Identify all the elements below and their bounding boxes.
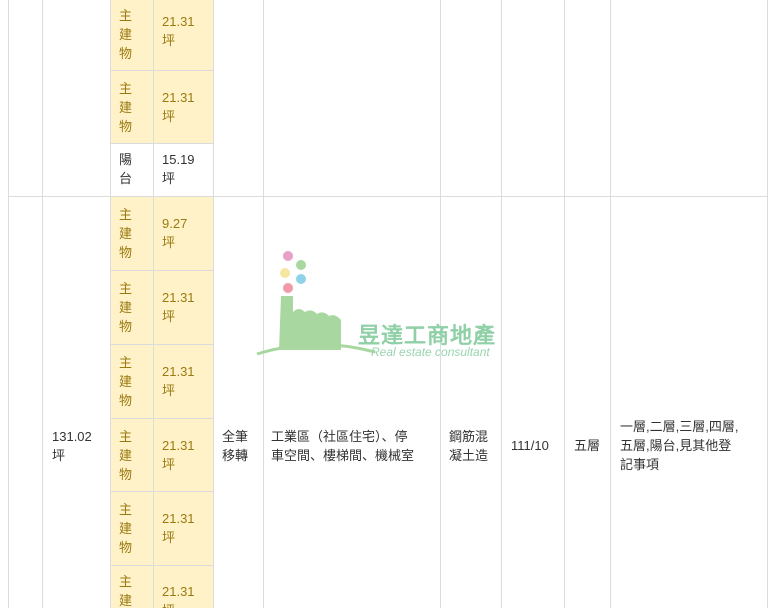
area-type-label: 主 建 物 [119,429,133,482]
area-type-cell: 主 建 物 [111,566,153,608]
area-type-cell: 主 建 物 [111,0,153,70]
area-type-cell: 主 建 物 [111,419,153,491]
area-type-label: 主 建 物 [119,81,133,134]
grid-line [8,0,9,608]
area-type-label: 主 建 物 [119,355,133,408]
area-size-cell: 21.31 坪 [154,345,213,418]
grid-line [213,0,214,608]
building-structure: 鋼筋混 凝土造 [449,429,489,463]
area-size-value: 9.27 坪 [162,216,188,250]
grid-line [767,0,768,608]
area-size-cell: 21.31 坪 [154,271,213,344]
area-size-value: 21.31 坪 [162,584,195,608]
area-type-cell: 主 建 物 [111,492,153,565]
area-type-label: 主 建 物 [119,574,133,608]
area-size-value: 21.31 坪 [162,364,195,398]
area-size-cell: 21.31 坪 [154,0,213,70]
floor-count: 五層 [574,438,601,453]
area-type-cell: 主 建 物 [111,345,153,418]
area-type-cell: 主 建 物 [111,197,153,270]
area-size-cell: 21.31 坪 [154,566,213,608]
grid-line [564,0,565,608]
area-size-value: 15.19 坪 [162,152,195,186]
area-type-label: 陽 台 [119,152,133,186]
area-type-label: 主 建 物 [119,207,133,260]
area-size-value: 21.31 坪 [162,438,195,472]
area-size-cell: 21.31 坪 [154,71,213,143]
area-type-cell: 主 建 物 [111,71,153,143]
watermark-subtitle: Real estate consultant [371,345,490,359]
total-area: 131.02 坪 [52,429,92,463]
completion-date: 111/10 [511,438,549,453]
area-type-cell: 主 建 物 [111,271,153,344]
area-size-cell: 15.19 坪 [154,144,213,196]
area-type-label: 主 建 物 [119,502,133,555]
area-size-value: 21.31 坪 [162,90,195,124]
area-size-value: 21.31 坪 [162,290,195,324]
floor-notes: 一層,二層,三層,四層, 五層,陽台,見其他登 記事項 [620,419,739,472]
area-type-cell: 陽 台 [111,144,153,196]
area-size-value: 21.31 坪 [162,14,195,48]
area-type-label: 主 建 物 [119,8,133,61]
area-size-cell: 9.27 坪 [154,197,213,270]
grid-line [610,0,611,608]
zoning-usage: 工業區（社區住宅）、停 車空間、樓梯間、機械室 [271,429,415,463]
area-size-cell: 21.31 坪 [154,419,213,491]
area-type-label: 主 建 物 [119,281,133,334]
transfer-scope: 全筆 移轉 [222,429,249,463]
grid-line [42,0,43,608]
watermark-logo: 昱達工商地產 Real estate consultant [255,250,525,360]
area-size-cell: 21.31 坪 [154,492,213,565]
area-size-value: 21.31 坪 [162,511,195,545]
